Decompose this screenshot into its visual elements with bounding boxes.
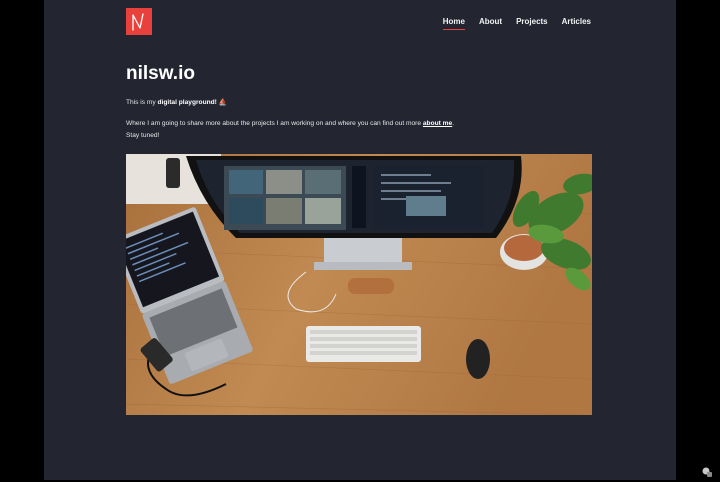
- about-me-link[interactable]: about me: [423, 120, 452, 127]
- sailboat-icon: ⛵: [218, 99, 227, 106]
- nav-about[interactable]: About: [479, 17, 502, 30]
- nav-articles[interactable]: Articles: [562, 17, 591, 30]
- chat-bubble-icon[interactable]: [702, 464, 712, 477]
- description-body: Where I am going to share more about the…: [126, 120, 423, 127]
- nav-projects[interactable]: Projects: [516, 17, 548, 30]
- page-container: Home About Projects Articles nilsw.io Th…: [44, 0, 676, 480]
- main-nav: Home About Projects Articles: [442, 17, 591, 30]
- description-text: Where I am going to share more about the…: [126, 119, 454, 128]
- stay-tuned-text: Stay tuned!: [126, 132, 160, 139]
- intro-text: This is my digital playground! ⛵: [126, 98, 227, 107]
- nw-logo-icon: [132, 12, 144, 31]
- intro-bold: digital playground!: [157, 99, 217, 106]
- page-title: nilsw.io: [126, 63, 195, 84]
- intro-prefix: This is my: [126, 99, 158, 106]
- hero-image: [126, 154, 592, 415]
- description-end: .: [452, 120, 455, 127]
- nav-home[interactable]: Home: [442, 17, 465, 30]
- desk-setup-illustration: [126, 154, 592, 415]
- site-logo[interactable]: [126, 8, 152, 35]
